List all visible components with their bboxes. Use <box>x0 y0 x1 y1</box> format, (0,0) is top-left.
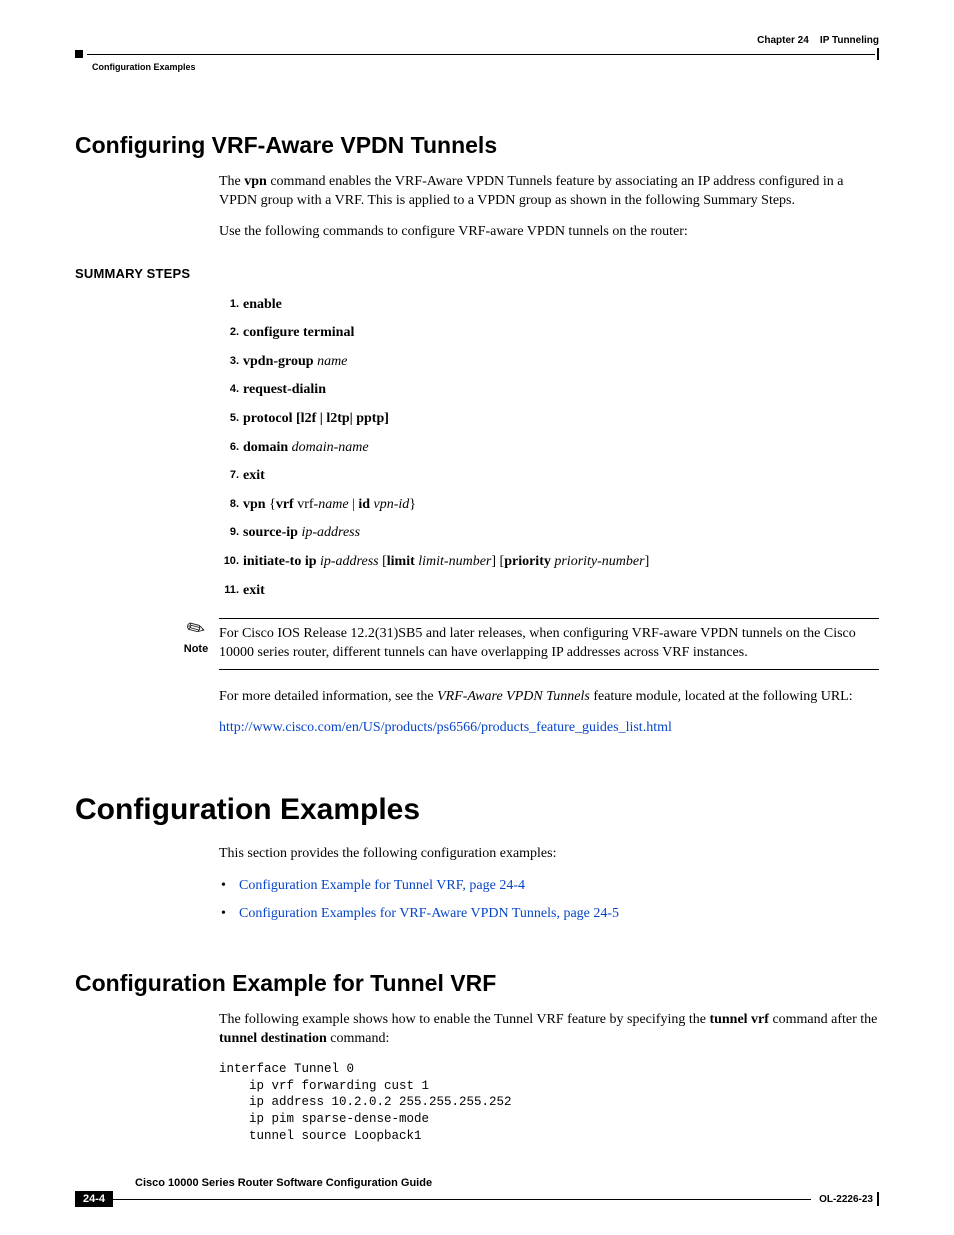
footer-doc-id: OL-2226-23 <box>819 1194 873 1205</box>
step-2: configure terminal <box>243 323 879 343</box>
list-item: Configuration Example for Tunnel VRF, pa… <box>239 876 879 896</box>
page-footer: Cisco 10000 Series Router Software Confi… <box>75 1177 879 1207</box>
step-10: initiate-to ip ip-address [limit limit-n… <box>243 552 879 572</box>
header-ornament-end <box>877 48 879 60</box>
chapter-header: Chapter 24 IP Tunneling <box>75 35 879 46</box>
examples-intro: This section provides the following conf… <box>219 845 879 864</box>
step-4: request-dialin <box>243 380 879 400</box>
step-8: vpn {vrf vrf-name | id vpn-id} <box>243 495 879 515</box>
section-breadcrumb: Configuration Examples <box>92 62 879 72</box>
example-links-list: Configuration Example for Tunnel VRF, pa… <box>219 876 879 924</box>
header-ornament-start <box>75 50 83 58</box>
chapter-title: IP Tunneling <box>820 35 879 46</box>
intro-para-2: Use the following commands to configure … <box>219 223 879 242</box>
more-info-para: For more detailed information, see the V… <box>219 688 879 707</box>
note-label: Note <box>173 643 219 655</box>
tunnel-vrf-para: The following example shows how to enabl… <box>219 1011 879 1049</box>
step-6: domain domain-name <box>243 438 879 458</box>
step-1: enable <box>243 295 879 315</box>
example-link-vpdn[interactable]: Configuration Examples for VRF-Aware VPD… <box>239 906 619 921</box>
list-item: Configuration Examples for VRF-Aware VPD… <box>239 904 879 924</box>
feature-guide-link[interactable]: http://www.cisco.com/en/US/products/ps65… <box>219 720 672 735</box>
header-rule <box>75 48 879 60</box>
step-3: vpdn-group name <box>243 352 879 372</box>
chapter-label: Chapter 24 <box>757 35 809 46</box>
example-link-tunnel-vrf[interactable]: Configuration Example for Tunnel VRF, pa… <box>239 878 525 893</box>
page-number: 24-4 <box>75 1191 113 1207</box>
intro-para-1: The vpn command enables the VRF-Aware VP… <box>219 173 879 211</box>
section-heading-tunnel-vrf: Configuration Example for Tunnel VRF <box>75 970 879 997</box>
config-code-block: interface Tunnel 0 ip vrf forwarding cus… <box>219 1061 879 1145</box>
step-11: exit <box>243 581 879 601</box>
note-block: ✎ Note For Cisco IOS Release 12.2(31)SB5… <box>173 618 879 670</box>
step-7: exit <box>243 466 879 486</box>
section-heading-vpdn: Configuring VRF-Aware VPDN Tunnels <box>75 132 879 159</box>
note-text: For Cisco IOS Release 12.2(31)SB5 and la… <box>219 618 879 670</box>
step-5: protocol [l2f | l2tp| pptp] <box>243 409 879 429</box>
summary-steps-heading: SUMMARY STEPS <box>75 266 879 281</box>
summary-steps-list: enable configure terminal vpdn-group nam… <box>219 295 879 601</box>
footer-ornament <box>877 1192 879 1206</box>
footer-guide-title: Cisco 10000 Series Router Software Confi… <box>135 1177 879 1189</box>
pencil-icon: ✎ <box>183 615 210 643</box>
step-9: source-ip ip-address <box>243 523 879 543</box>
section-heading-examples: Configuration Examples <box>75 793 879 827</box>
